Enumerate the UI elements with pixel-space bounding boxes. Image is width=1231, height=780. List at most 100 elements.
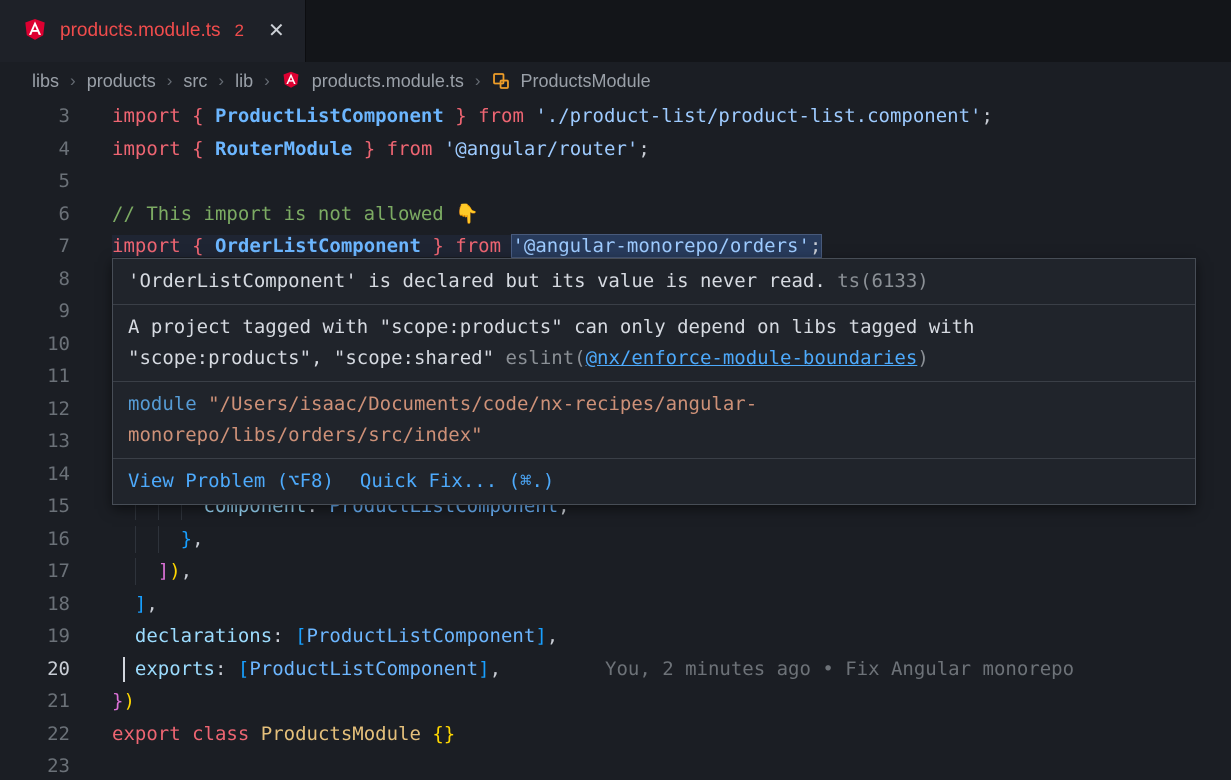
breadcrumb-item-libs[interactable]: libs [32, 71, 59, 92]
code-token: '@angular-monorepo/orders' [512, 235, 809, 257]
code-token [112, 528, 181, 550]
code-token: RouterModule [215, 138, 352, 160]
code-token: // This import is not allowed [112, 203, 455, 225]
code-line-4: 4 import { RouterModule } from '@angular/… [0, 133, 1231, 166]
code-token: : [215, 658, 226, 680]
breadcrumb-item-productsmodule[interactable]: ProductsModule [521, 71, 651, 92]
code-token: ] [135, 593, 146, 615]
diagnostic-ts: 'OrderListComponent' is declared but its… [113, 259, 1195, 305]
module-path-line1: "/Users/isaac/Documents/code/nx-recipes/… [208, 393, 757, 415]
code-token: , [192, 528, 203, 550]
code-token [226, 658, 237, 680]
line-number: 10 [0, 328, 70, 361]
tab-title: products.module.ts [60, 20, 221, 42]
hover-range-highlight: '@angular-monorepo/orders'; [512, 235, 821, 257]
code-token: ProductsModule [261, 723, 421, 745]
quick-fix-button[interactable]: Quick Fix... (⌘.) [360, 466, 554, 497]
angular-icon [281, 71, 301, 91]
code-token: ProductListComponent [215, 105, 444, 127]
git-blame-annotation: You, 2 minutes ago • Fix Angular monorep… [605, 658, 1074, 680]
breadcrumb-separator: › [167, 71, 173, 91]
module-keyword: module [128, 393, 197, 415]
code-token: { [192, 138, 203, 160]
breadcrumb: libs›products›src›lib›products.module.ts… [0, 62, 1231, 100]
code-token: } [112, 690, 123, 712]
code-line-21: 21}) [0, 685, 1231, 718]
line-number: 8 [0, 263, 70, 296]
code-token: , [490, 658, 501, 680]
code-token [249, 723, 260, 745]
code-line-content[interactable]: ]), [112, 555, 192, 588]
view-problem-button[interactable]: View Problem (⌥F8) [128, 466, 334, 497]
code-line-5: 5 [0, 165, 1231, 198]
code-token [181, 723, 192, 745]
line-number: 6 [0, 198, 70, 231]
code-token: ProductListComponent [249, 658, 478, 680]
line-number: 4 [0, 133, 70, 166]
diagnostic-eslint-line1: A project tagged with "scope:products" c… [128, 312, 1180, 343]
line-number: 12 [0, 393, 70, 426]
line-number: 18 [0, 588, 70, 621]
line-number: 23 [0, 750, 70, 780]
code-line-content[interactable]: ], [112, 588, 158, 621]
line-number: 21 [0, 685, 70, 718]
code-token: from [387, 138, 433, 160]
code-token: exports [135, 658, 215, 680]
code-token: '@angular/router' [444, 138, 638, 160]
line-number: 20 [0, 653, 70, 686]
code-token: ProductListComponent [307, 625, 536, 647]
code-line-content[interactable]: exports: [ProductListComponent],You, 2 m… [112, 653, 1074, 686]
code-token [524, 105, 535, 127]
code-token [444, 235, 455, 257]
line-number: 22 [0, 718, 70, 751]
line-number: 5 [0, 165, 70, 198]
code-token: 👇 [455, 203, 479, 225]
code-token: import [112, 235, 181, 257]
code-token: [ [295, 625, 306, 647]
eslint-rule-link[interactable]: @nx/enforce-module-boundaries [586, 347, 918, 369]
code-token: ) [123, 690, 134, 712]
diagnostics-hover-popup: 'OrderListComponent' is declared but its… [112, 258, 1196, 505]
error-squiggle-text: import { OrderListComponent } from '@ang… [112, 235, 821, 257]
code-token: './product-list/product-list.component' [535, 105, 981, 127]
code-line-content[interactable]: // This import is not allowed 👇 [112, 198, 479, 231]
code-line-content[interactable]: import { ProductListComponent } from './… [112, 100, 993, 133]
code-token: } [181, 528, 192, 550]
code-line-content[interactable]: export class ProductsModule {} [112, 718, 455, 751]
diagnostic-ts-source: ts(6133) [837, 270, 929, 292]
code-text: }) [112, 690, 135, 712]
code-token: ] [535, 625, 546, 647]
code-token: : [272, 625, 283, 647]
breadcrumb-separator: › [70, 71, 76, 91]
code-line-content[interactable]: }, [112, 523, 204, 556]
code-line-18: 18 ], [0, 588, 1231, 621]
code-token: } [432, 235, 443, 257]
code-token: } [455, 105, 466, 127]
code-line-content[interactable]: declarations: [ProductListComponent], [112, 620, 558, 653]
breadcrumb-item-lib[interactable]: lib [235, 71, 253, 92]
code-token: ) [169, 560, 180, 582]
tab-error-count: 2 [235, 21, 244, 41]
breadcrumb-item-products[interactable]: products [87, 71, 156, 92]
code-line-content[interactable]: }) [112, 685, 135, 718]
code-token: ; [638, 138, 649, 160]
code-token [204, 138, 215, 160]
line-number: 15 [0, 490, 70, 523]
code-line-content[interactable]: import { RouterModule } from '@angular/r… [112, 133, 650, 166]
breadcrumb-separator: › [475, 71, 481, 91]
code-token [284, 625, 295, 647]
code-token [204, 235, 215, 257]
tab-products-module[interactable]: products.module.ts 2 ✕ [0, 0, 306, 62]
code-token: [ [238, 658, 249, 680]
code-text: ]), [112, 560, 192, 582]
code-text: ], [112, 593, 158, 615]
breadcrumb-item-src[interactable]: src [183, 71, 207, 92]
code-token: ; [981, 105, 992, 127]
code-token: , [146, 593, 157, 615]
close-icon[interactable]: ✕ [268, 21, 285, 41]
breadcrumb-item-products-module-ts[interactable]: products.module.ts [312, 71, 464, 92]
line-number: 9 [0, 295, 70, 328]
code-token [112, 593, 135, 615]
code-token [501, 235, 512, 257]
code-token: , [547, 625, 558, 647]
